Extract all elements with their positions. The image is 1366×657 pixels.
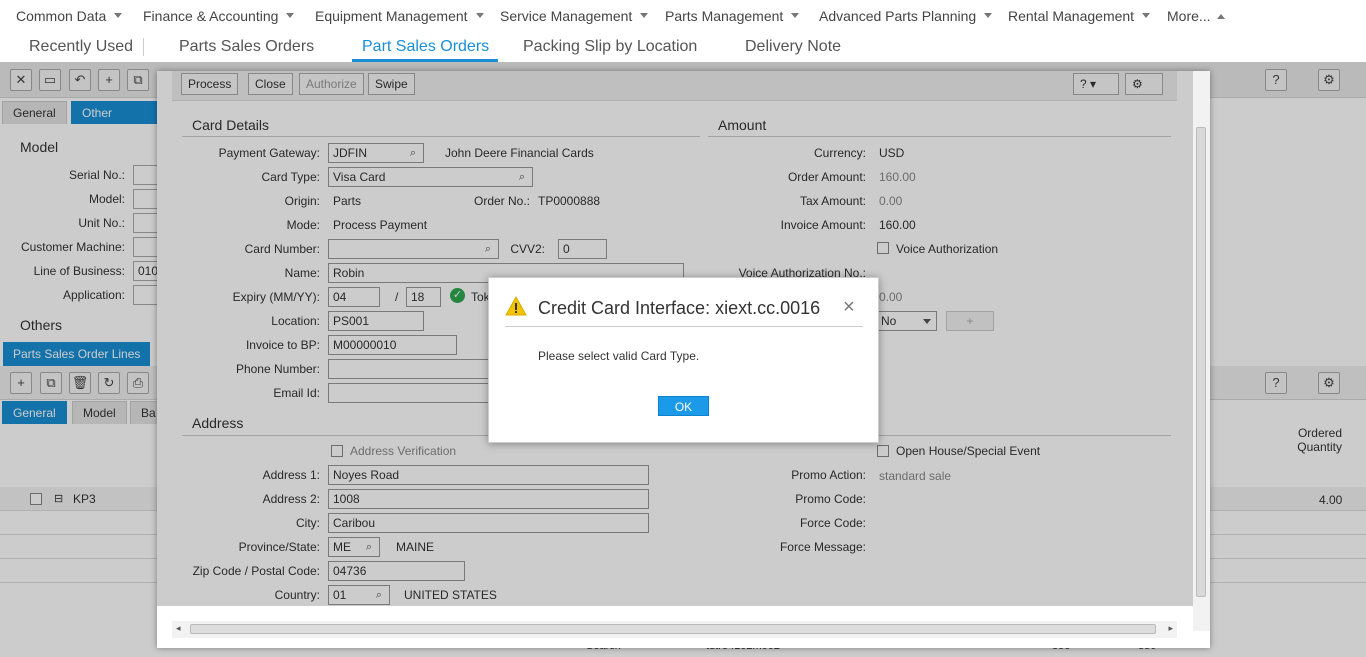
menu-label: Common Data [16, 8, 107, 24]
scroll-right-icon[interactable]: ▸ [1168, 623, 1173, 634]
divider [505, 326, 863, 327]
tab-part-sales-orders[interactable]: Part Sales Orders [362, 38, 489, 56]
tab-recently-used[interactable]: Recently Used [29, 38, 133, 56]
scrollbar-thumb[interactable] [190, 624, 1156, 634]
close-icon[interactable]: × [843, 296, 855, 319]
warning-icon [505, 296, 527, 316]
chevron-down-icon [984, 13, 993, 18]
chevron-down-icon [1142, 13, 1151, 18]
chevron-down-icon [475, 13, 484, 18]
message-box: Credit Card Interface: xiext.cc.0016 × P… [488, 277, 879, 443]
menu-label: More... [1167, 8, 1211, 24]
dialog-horizontal-scrollbar[interactable]: ◂ ▸ [172, 621, 1177, 638]
chevron-down-icon [286, 13, 295, 18]
menu-label: Rental Management [1008, 8, 1135, 24]
ok-button[interactable]: OK [658, 396, 709, 416]
tab-packing-slip-by-location[interactable]: Packing Slip by Location [523, 38, 697, 56]
menu-label: Advanced Parts Planning [819, 8, 977, 24]
menu-common-data[interactable]: Common Data [16, 8, 123, 24]
menu-label: Parts Management [665, 8, 784, 24]
menu-label: Finance & Accounting [143, 8, 279, 24]
tab-parts-sales-orders[interactable]: Parts Sales Orders [179, 38, 314, 56]
scrollbar-thumb[interactable] [1196, 127, 1206, 597]
scroll-left-icon[interactable]: ◂ [176, 623, 181, 634]
menu-rental-management[interactable]: Rental Management [1008, 8, 1151, 24]
menu-parts-management[interactable]: Parts Management [665, 8, 800, 24]
menu-service-management[interactable]: Service Management [500, 8, 649, 24]
chevron-down-icon [114, 13, 123, 18]
top-menu: Common Data Finance & Accounting Equipme… [0, 0, 1366, 32]
tab-divider [143, 38, 144, 56]
message-title: Credit Card Interface: xiext.cc.0016 [538, 298, 821, 318]
menu-equipment-management[interactable]: Equipment Management [315, 8, 484, 24]
session-tabs: Recently Used Parts Sales Orders Part Sa… [0, 32, 1366, 62]
menu-label: Equipment Management [315, 8, 468, 24]
chevron-up-icon [1216, 14, 1225, 19]
chevron-down-icon [640, 13, 649, 18]
menu-advanced-parts-planning[interactable]: Advanced Parts Planning [819, 8, 993, 24]
menu-finance-accounting[interactable]: Finance & Accounting [143, 8, 295, 24]
menu-label: Service Management [500, 8, 633, 24]
dialog-vertical-scrollbar[interactable] [1193, 71, 1210, 631]
message-text: Please select valid Card Type. [538, 349, 700, 363]
chevron-down-icon [791, 13, 800, 18]
menu-more[interactable]: More... [1167, 8, 1225, 24]
tab-delivery-note[interactable]: Delivery Note [745, 38, 841, 56]
